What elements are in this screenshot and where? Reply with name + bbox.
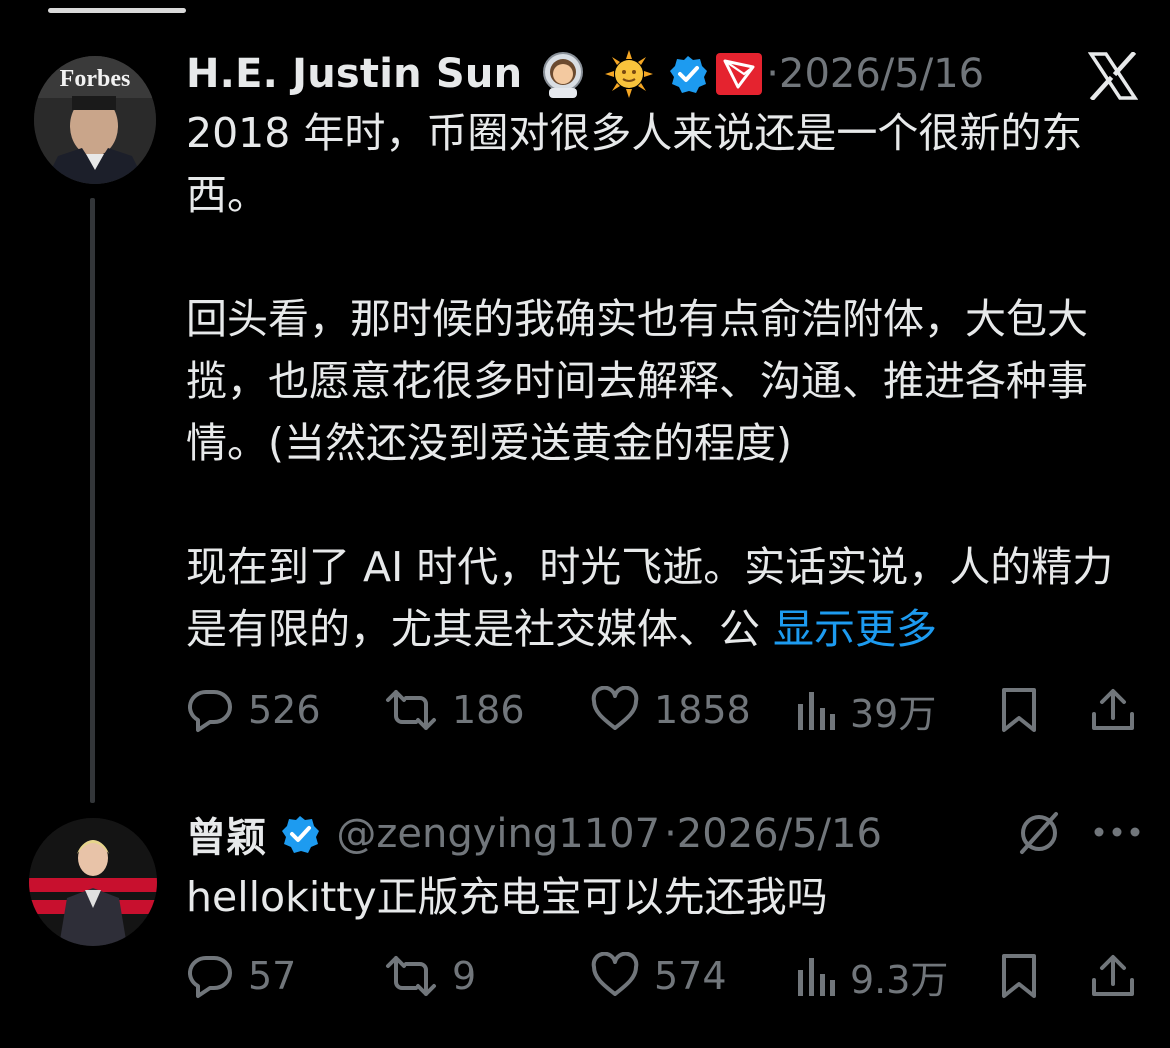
share-icon <box>1092 689 1134 730</box>
astronaut-emoji-icon <box>538 49 588 99</box>
views-button[interactable]: 9.3万 <box>796 946 948 1006</box>
tweet-paragraph: 现在到了 AI 时代，时光飞逝。实话实说，人的精力是有限的，尤其是社交媒体、公 … <box>186 536 1146 660</box>
heart-icon <box>591 686 639 730</box>
tweet-main-header: H.E. Justin Sun ·2026/5/16 <box>186 46 984 102</box>
views-count: 9.3万 <box>850 957 949 1002</box>
sun-emoji-icon <box>604 49 654 99</box>
bookmark-button[interactable] <box>998 680 1040 740</box>
views-button[interactable]: 39万 <box>796 680 936 740</box>
avatar-forbes-label: Forbes <box>60 66 131 92</box>
display-name[interactable]: H.E. Justin Sun <box>186 51 522 97</box>
like-button[interactable]: 574 <box>590 946 727 1006</box>
tweet-main-body: 2018 年时，币圈对很多人来说还是一个很新的东西。 回头看，那时候的我确实也有… <box>186 102 1146 660</box>
reply-count: 57 <box>248 954 297 998</box>
more-icon[interactable] <box>1094 826 1140 838</box>
tweet-paragraph-text: 现在到了 AI 时代，时光飞逝。实话实说，人的精力是有限的，尤其是社交媒体、公 <box>186 543 1114 653</box>
reply-icon <box>187 956 232 998</box>
tweet-reply-body: hellokitty正版充电宝可以先还我吗 <box>186 866 1146 928</box>
tron-icon[interactable] <box>716 53 763 95</box>
repost-icon <box>386 956 436 996</box>
thread-line <box>90 198 95 803</box>
share-button[interactable] <box>1090 946 1136 1006</box>
avatar[interactable] <box>29 818 157 946</box>
bookmark-icon <box>1002 688 1036 732</box>
views-icon <box>798 692 835 730</box>
user-handle[interactable]: @zengying1107 <box>336 811 660 857</box>
tweet-paragraph: 回头看，那时候的我确实也有点俞浩附体，大包大揽，也愿意花很多时间去解释、沟通、推… <box>186 295 1088 467</box>
repost-count: 9 <box>452 954 477 998</box>
repost-button[interactable]: 9 <box>384 946 476 1006</box>
tweet-paragraph: 2018 年时，币圈对很多人来说还是一个很新的东西。 <box>186 109 1083 219</box>
bookmark-icon <box>1002 954 1036 998</box>
tweet-reply-actions: 57 9 574 9.3万 <box>186 946 1146 1006</box>
share-button[interactable] <box>1090 680 1136 740</box>
heart-icon <box>591 952 639 996</box>
repost-button[interactable]: 186 <box>384 680 525 740</box>
views-icon <box>798 958 835 996</box>
display-name[interactable]: 曾颖 <box>186 805 266 863</box>
show-more-link[interactable]: 显示更多 <box>773 605 937 653</box>
bookmark-button[interactable] <box>998 946 1040 1006</box>
avatar[interactable]: Forbes <box>34 56 156 184</box>
tweet-date[interactable]: ·2026/5/16 <box>766 51 984 97</box>
share-icon <box>1092 955 1134 996</box>
reply-button[interactable]: 526 <box>186 680 321 740</box>
tweet-date[interactable]: ·2026/5/16 <box>664 811 882 857</box>
like-button[interactable]: 1858 <box>590 680 751 740</box>
home-indicator <box>48 8 186 13</box>
tweet-reply-header: 曾颖 @zengying1107 ·2026/5/16 <box>186 806 882 862</box>
repost-count: 186 <box>452 688 525 732</box>
like-count: 574 <box>654 954 727 998</box>
x-logo[interactable] <box>1088 52 1138 100</box>
repost-icon <box>386 690 436 730</box>
verified-badge-icon[interactable] <box>666 52 710 96</box>
tweet-main-actions: 526 186 1858 39万 <box>186 680 1146 740</box>
reply-count: 526 <box>248 688 321 732</box>
reply-text: hellokitty正版充电宝可以先还我吗 <box>186 873 828 921</box>
reply-button[interactable]: 57 <box>186 946 296 1006</box>
reply-icon <box>187 690 232 732</box>
verified-badge-icon[interactable] <box>278 812 322 856</box>
views-count: 39万 <box>850 691 937 736</box>
like-count: 1858 <box>654 688 751 732</box>
grok-icon[interactable] <box>1016 810 1062 856</box>
